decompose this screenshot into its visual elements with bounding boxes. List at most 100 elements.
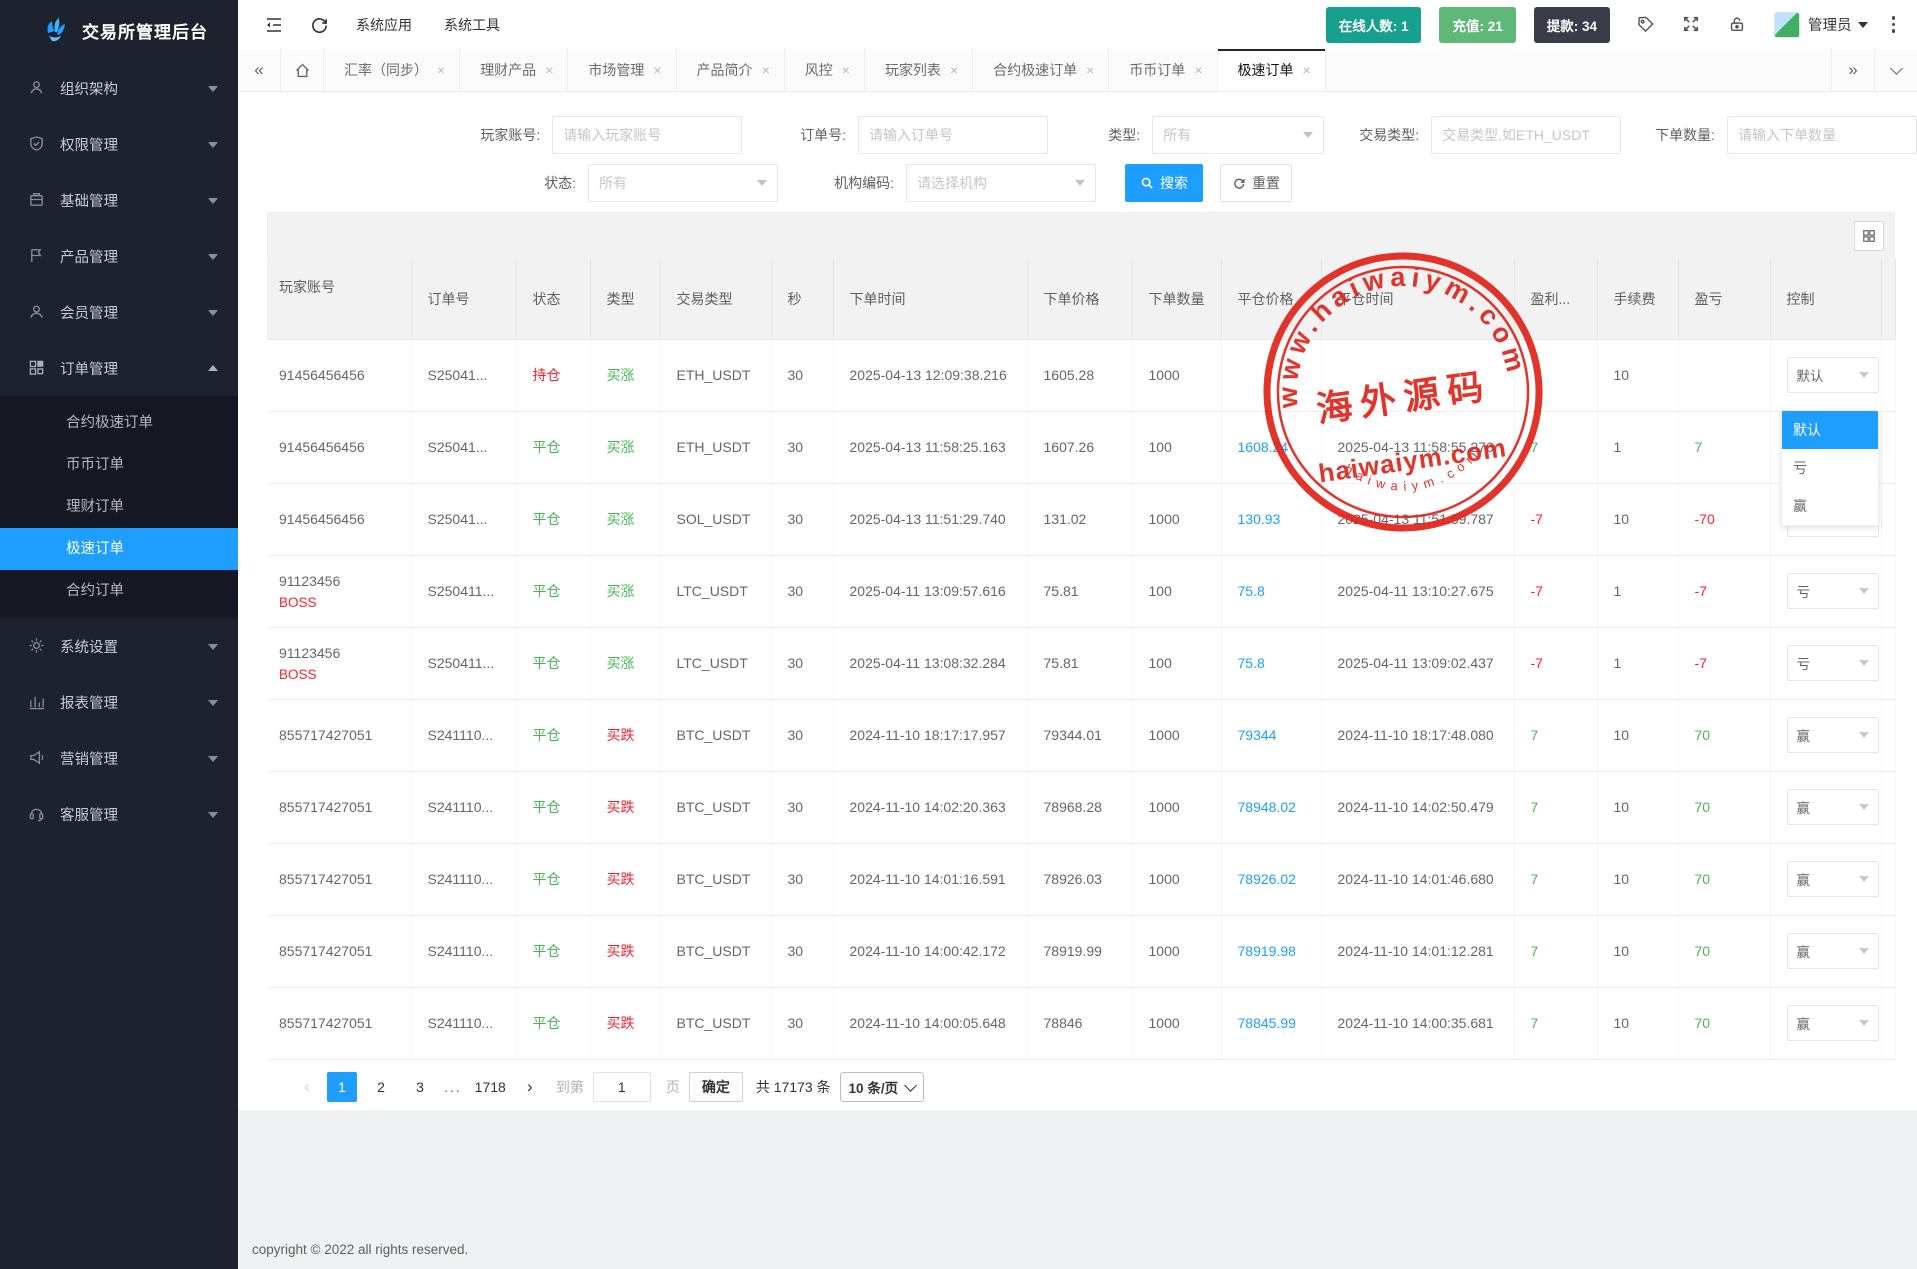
tab[interactable]: 极速订单× [1218,49,1326,91]
cell-close-time: 2024-11-10 14:01:12.281 [1321,915,1514,987]
column-filter-icon[interactable] [1854,221,1884,251]
page-number[interactable]: 1 [327,1072,357,1102]
control-select[interactable]: 亏 [1787,645,1879,681]
tab-label: 产品简介 [697,60,753,80]
status-select[interactable]: 所有 [588,164,778,202]
sidebar-subitem[interactable]: 币币订单 [0,444,238,486]
tab-close-icon[interactable]: × [762,62,770,78]
cell-close-price[interactable]: 78919.98 [1221,915,1321,987]
search-button[interactable]: 搜索 [1125,164,1203,202]
tab[interactable]: 市场管理× [568,49,676,91]
sidebar-item-permission[interactable]: 权限管理 [0,116,238,172]
sidebar-item-org[interactable]: 组织架构 [0,60,238,116]
user-menu[interactable]: 管理员 [1774,12,1868,38]
brand[interactable]: 交易所管理后台 [0,0,238,60]
tag-icon[interactable] [1636,15,1656,35]
more-menu-icon[interactable] [1892,16,1896,33]
sidebar-subitem[interactable]: 合约订单 [0,570,238,612]
home-tab-icon[interactable] [281,49,324,91]
sidebar-item-marketing[interactable]: 营销管理 [0,730,238,786]
tabs-menu-icon[interactable] [1874,49,1917,91]
tab[interactable]: 汇率（同步）× [324,49,460,91]
collapse-sidebar-icon[interactable] [264,15,284,35]
tab[interactable]: 理财产品× [460,49,568,91]
chevron-down-icon [208,700,218,711]
control-select[interactable]: 默认 [1787,357,1879,393]
cell-control: 亏 [1770,555,1881,627]
sidebar-item-member[interactable]: 会员管理 [0,284,238,340]
type-select[interactable]: 所有 [1152,116,1324,154]
cell-order-price: 78926.03 [1027,843,1132,915]
online-count-badge[interactable]: 在线人数: 1 [1326,7,1422,43]
cell-order-qty: 1000 [1132,771,1221,843]
topnav-system-tools[interactable]: 系统工具 [444,15,500,35]
recharge-badge[interactable]: 充值: 21 [1439,7,1515,43]
sidebar-item-product[interactable]: 产品管理 [0,228,238,284]
sidebar-subitem[interactable]: 极速订单 [0,528,238,570]
tab-close-icon[interactable]: × [1194,62,1202,78]
tab[interactable]: 合约极速订单× [973,49,1109,91]
cell-close-price[interactable]: 75.8 [1221,627,1321,699]
tab-close-icon[interactable]: × [950,62,958,78]
tab-close-icon[interactable]: × [653,62,661,78]
cell-close-price[interactable]: 75.8 [1221,555,1321,627]
cell-close-price[interactable]: 78926.02 [1221,843,1321,915]
control-select[interactable]: 赢 [1787,1005,1879,1041]
page-number[interactable]: 2 [366,1072,396,1102]
page-number[interactable]: 3 [405,1072,435,1102]
topnav-system-app[interactable]: 系统应用 [356,15,412,35]
pages-ellipsis: ... [444,1079,462,1095]
cell-pair: BTC_USDT [660,843,771,915]
cell-close-price[interactable]: 79344 [1221,699,1321,771]
tab[interactable]: 币币订单× [1109,49,1217,91]
cell-close-price[interactable]: 130.93 [1221,483,1321,555]
sidebar-item-order[interactable]: 订单管理 [0,340,238,396]
tabs-scroll-left-icon[interactable]: « [238,49,281,91]
control-select[interactable]: 赢 [1787,717,1879,753]
next-page-icon[interactable]: › [519,1077,541,1097]
sidebar-item-report[interactable]: 报表管理 [0,674,238,730]
sidebar-item-service[interactable]: 客服管理 [0,786,238,842]
order-qty-input[interactable] [1727,116,1917,154]
control-select[interactable]: 赢 [1787,933,1879,969]
sidebar-item-settings[interactable]: 系统设置 [0,618,238,674]
tab[interactable]: 产品简介 × [677,49,785,91]
fullscreen-icon[interactable] [1682,15,1702,35]
tab[interactable]: 风控× [785,49,865,91]
tab-close-icon[interactable]: × [437,62,445,78]
trade-type-input[interactable] [1431,116,1621,154]
org-code-select[interactable]: 请选择机构 [906,164,1096,202]
tab-close-icon[interactable]: × [842,62,850,78]
page-size-select[interactable]: 10 条/页 [840,1072,925,1102]
col-header: 订单号 [411,259,516,339]
tab[interactable]: 玩家列表× [865,49,973,91]
control-dropdown-option[interactable]: 赢 [1782,487,1878,525]
control-select[interactable]: 亏 [1787,573,1879,609]
control-dropdown-option[interactable]: 默认 [1782,411,1878,449]
sidebar-subitem[interactable]: 理财订单 [0,486,238,528]
lock-icon[interactable] [1728,15,1748,35]
tab-close-icon[interactable]: × [1303,62,1311,78]
control-dropdown-option[interactable]: 亏 [1782,449,1878,487]
sidebar-item-base[interactable]: 基础管理 [0,172,238,228]
withdraw-badge[interactable]: 提款: 34 [1534,7,1610,43]
refresh-icon[interactable] [310,15,330,35]
cell-close-price[interactable]: 1608.24 [1221,411,1321,483]
sidebar-subitem[interactable]: 合约极速订单 [0,402,238,444]
cell-type: 买涨 [590,339,660,411]
page-number[interactable]: 1718 [471,1072,510,1102]
cell-close-price[interactable]: 78948.02 [1221,771,1321,843]
tab-close-icon[interactable]: × [545,62,553,78]
control-select[interactable]: 赢 [1787,861,1879,897]
cell-type: 买涨 [590,555,660,627]
order-no-input[interactable] [858,116,1048,154]
goto-confirm-button[interactable]: 确定 [689,1072,743,1102]
player-account-input[interactable] [552,116,742,154]
tab-close-icon[interactable]: × [1086,62,1094,78]
goto-page-input[interactable] [593,1072,651,1102]
cell-close-price[interactable]: 78845.99 [1221,987,1321,1059]
control-select[interactable]: 赢 [1787,789,1879,825]
reset-button[interactable]: 重置 [1220,164,1292,202]
prev-page-icon[interactable]: ‹ [296,1077,318,1097]
tabs-scroll-right-icon[interactable]: » [1831,49,1874,91]
